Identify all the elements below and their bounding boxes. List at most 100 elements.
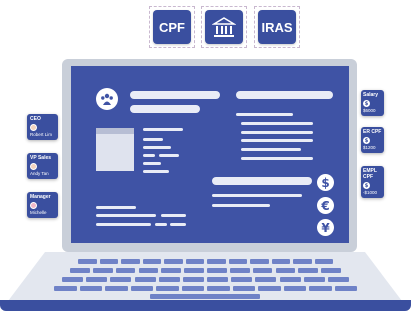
keyboard-key	[79, 286, 102, 291]
role-title: Manager	[30, 194, 51, 200]
keyboard-key	[130, 286, 153, 291]
government-box[interactable]	[201, 6, 247, 48]
card-value: $6000	[363, 108, 376, 113]
keyboard-key	[185, 259, 204, 264]
text-line	[143, 154, 155, 157]
text-line	[241, 139, 313, 142]
text-line	[170, 223, 186, 226]
empl-cpf-card[interactable]: EMPL CPF $ -$1000	[361, 166, 384, 198]
person-name: Andy Tan	[30, 171, 49, 176]
keyboard-key	[250, 259, 269, 264]
text-line	[96, 214, 156, 217]
cpf-button[interactable]: CPF	[153, 10, 191, 44]
header-bar	[130, 105, 200, 113]
keyboard-key	[207, 277, 229, 282]
keyboard-key	[271, 259, 290, 264]
avatar	[30, 202, 37, 209]
text-line	[143, 146, 171, 149]
keyboard-key	[161, 268, 182, 273]
card-title: ER CPF	[363, 129, 382, 135]
text-line	[96, 206, 136, 209]
government-building-icon[interactable]	[205, 10, 243, 44]
text-line	[212, 194, 302, 197]
text-line	[236, 113, 293, 116]
keyboard-key	[293, 259, 312, 264]
card-title: EMPL CPF	[363, 168, 377, 180]
text-line	[241, 148, 301, 151]
image-placeholder	[96, 128, 134, 171]
keyboard-key	[121, 259, 140, 264]
summary-bar	[212, 177, 312, 185]
keyboard-key	[298, 268, 319, 273]
text-line	[155, 223, 167, 226]
keyboard-key	[181, 286, 204, 291]
iras-button[interactable]: IRAS	[258, 10, 296, 44]
keyboard-key	[110, 277, 132, 282]
dollar-icon: $	[363, 137, 370, 144]
card-value: $1200	[363, 145, 376, 150]
text-line	[161, 214, 186, 217]
vp-sales-card[interactable]: VP Sales Andy Tan	[27, 153, 58, 179]
iras-box[interactable]: IRAS	[254, 6, 300, 48]
keyboard-key	[86, 277, 108, 282]
team-logo-icon	[96, 88, 118, 110]
keyboard-key	[158, 277, 180, 282]
keyboard-key	[283, 286, 306, 291]
keyboard-key	[275, 268, 296, 273]
dollar-icon: $	[363, 182, 370, 189]
spacebar	[150, 294, 260, 299]
header-bar	[236, 91, 333, 99]
keyboard-key	[134, 277, 156, 282]
keyboard-key	[232, 286, 255, 291]
cpf-box[interactable]: CPF	[149, 6, 195, 48]
text-line	[143, 170, 169, 173]
header-bar	[130, 91, 220, 99]
person-name: Robert Lim	[30, 132, 53, 137]
salary-card[interactable]: Salary $ $6000	[361, 90, 384, 116]
avatar	[30, 124, 37, 131]
keyboard-key	[229, 268, 250, 273]
keyboard-key	[231, 277, 253, 282]
text-line	[241, 122, 313, 125]
card-title: Salary	[363, 92, 379, 98]
keyboard-key	[142, 259, 161, 264]
keyboard-key	[62, 277, 84, 282]
keyboard-key	[138, 268, 159, 273]
text-line	[143, 138, 163, 141]
keyboard-key	[207, 268, 227, 273]
er-cpf-card[interactable]: ER CPF $ $1200	[361, 127, 384, 153]
keyboard-key	[279, 277, 301, 282]
keyboard-key	[99, 259, 118, 264]
text-line	[143, 162, 161, 165]
laptop-base-edge	[0, 300, 411, 311]
keyboard-key	[115, 268, 136, 273]
text-line	[212, 204, 270, 207]
person-name: Michelle	[30, 210, 47, 215]
text-line	[159, 154, 179, 157]
keyboard-key	[334, 286, 357, 291]
keyboard-key	[164, 259, 183, 264]
keyboard-key	[92, 268, 113, 273]
keyboard-key	[70, 268, 90, 273]
keyboard-key	[327, 277, 349, 282]
dollar-icon: $	[317, 174, 334, 191]
keyboard-key	[105, 286, 128, 291]
keyboard-key	[309, 286, 332, 291]
avatar	[30, 163, 37, 170]
ceo-card[interactable]: CEO Robert Lim	[27, 114, 58, 140]
role-title: VP Sales	[30, 155, 52, 161]
keyboard-key	[314, 259, 333, 264]
yen-icon: ¥	[317, 219, 334, 236]
card-value: -$1000	[363, 190, 378, 195]
dollar-icon: $	[363, 100, 370, 107]
manager-card[interactable]: Manager Michelle	[27, 192, 58, 218]
text-line	[241, 131, 313, 134]
keyboard-key	[303, 277, 325, 282]
keyboard-key	[207, 259, 226, 264]
keyboard-key	[321, 268, 341, 273]
keyboard-key	[255, 277, 277, 282]
keyboard-key	[182, 277, 204, 282]
keyboard-key	[207, 286, 230, 291]
keyboard-key	[184, 268, 204, 273]
keyboard-key	[228, 259, 247, 264]
